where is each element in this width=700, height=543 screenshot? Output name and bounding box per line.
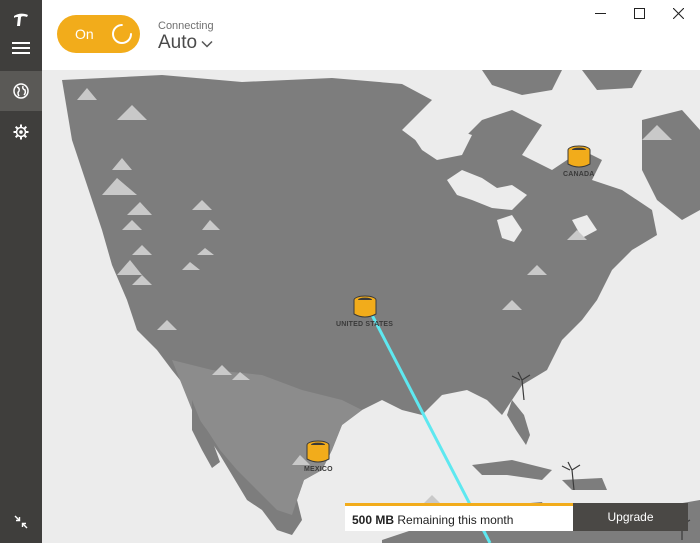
sidebar (0, 0, 42, 543)
chevron-down-icon (201, 32, 213, 54)
header: On Connecting Auto (42, 0, 700, 70)
world-map[interactable]: CANADA UNITED STATES MEXICO (42, 70, 700, 543)
country-label: MEXICO (304, 466, 333, 473)
server-tunnel-icon (353, 295, 377, 318)
server-tunnel-icon (567, 145, 591, 168)
globe-icon[interactable] (0, 71, 42, 111)
server-tunnel-icon (306, 440, 330, 463)
data-remaining-text: 500 MB Remaining this month (352, 513, 513, 527)
server-pin-mexico[interactable]: MEXICO (304, 440, 333, 473)
upgrade-button[interactable]: Upgrade (573, 503, 688, 531)
gear-icon[interactable] (0, 112, 42, 152)
data-amount: 500 MB (352, 513, 395, 527)
country-label: UNITED STATES (336, 321, 394, 328)
connection-status: Connecting (158, 20, 214, 32)
minimize-button[interactable] (588, 3, 612, 23)
server-pin-united-states[interactable]: UNITED STATES (336, 295, 393, 328)
loading-spinner-icon (111, 23, 133, 45)
vpn-toggle[interactable]: On (57, 15, 140, 53)
server-pin-canada[interactable]: CANADA (563, 145, 595, 178)
toggle-label: On (75, 26, 94, 42)
data-remaining-label: Remaining this month (397, 513, 514, 527)
mode-value: Auto (158, 32, 198, 53)
hamburger-menu-icon[interactable] (0, 28, 42, 68)
mode-select[interactable]: Auto (158, 32, 213, 54)
collapse-icon[interactable] (0, 502, 42, 542)
country-label: CANADA (563, 171, 595, 178)
maximize-button[interactable] (627, 3, 651, 23)
close-button[interactable] (666, 3, 690, 23)
data-remaining-bar: 500 MB Remaining this month (345, 503, 573, 531)
